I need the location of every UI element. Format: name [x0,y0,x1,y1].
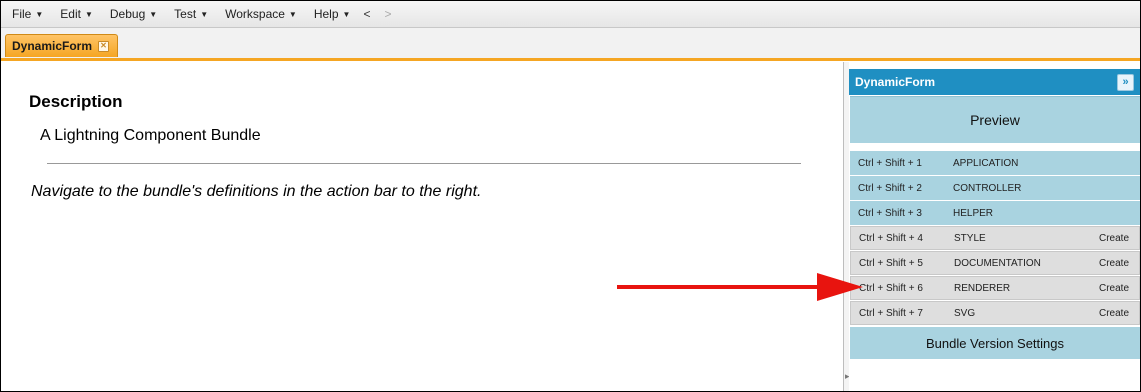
caret-down-icon: ▼ [35,9,44,19]
menu-workspace[interactable]: Workspace ▼ [214,7,303,21]
menu-file[interactable]: File ▼ [1,7,49,21]
panel-header: DynamicForm » [849,69,1140,95]
shortcut-text: Ctrl + Shift + 5 [859,257,923,269]
page-title: Description [29,92,123,111]
bundle-type-text: A Lightning Component Bundle [40,127,261,144]
menu-edit[interactable]: Edit ▼ [49,7,99,21]
menu-debug[interactable]: Debug ▼ [99,7,163,21]
menu-edit-label: Edit [60,7,81,21]
app-window: File ▼ Edit ▼ Debug ▼ Test ▼ Workspace ▼ Help… [0,0,1141,392]
caret-down-icon: ▼ [149,9,158,19]
red-arrow-annotation-icon [617,273,863,301]
forward-button[interactable]: > [377,7,398,21]
definition-row-svg[interactable]: Ctrl + Shift + 7 SVG Create [850,301,1140,325]
close-icon[interactable]: ✕ [98,40,110,52]
bundle-version-settings-button[interactable]: Bundle Version Settings [850,327,1140,359]
definition-row-documentation[interactable]: Ctrl + Shift + 5 DOCUMENTATION Create [850,251,1140,275]
shortcut-text: Ctrl + Shift + 6 [859,282,923,294]
definition-label: RENDERER [954,282,1011,294]
collapse-panel-icon[interactable]: » [1117,74,1134,91]
definition-label: SVG [954,307,976,319]
definition-list: Ctrl + Shift + 1 APPLICATION Ctrl + Shif… [850,151,1140,326]
menu-help[interactable]: Help ▼ [303,7,357,21]
caret-down-icon: ▼ [342,9,351,19]
menu-help-label: Help [313,7,339,21]
caret-down-icon: ▼ [200,9,209,19]
description-pane: Description A Lightning Component Bundle… [1,62,846,391]
menu-test[interactable]: Test ▼ [163,7,214,21]
menu-file-label: File [12,7,32,21]
menu-debug-label: Debug [109,7,146,21]
definition-label: DOCUMENTATION [954,257,1041,269]
hint-text: Navigate to the bundle's definitions in … [31,183,482,200]
shortcut-text: Ctrl + Shift + 2 [858,182,922,194]
definition-row-style[interactable]: Ctrl + Shift + 4 STYLE Create [850,226,1140,250]
shortcut-text: Ctrl + Shift + 4 [859,232,923,244]
definition-label: CONTROLLER [953,182,1022,194]
panel-title: DynamicForm [855,75,936,89]
create-link[interactable]: Create [1099,283,1139,294]
definition-row-helper[interactable]: Ctrl + Shift + 3 HELPER [850,201,1140,225]
definition-label: STYLE [954,232,986,244]
definition-row-controller[interactable]: Ctrl + Shift + 2 CONTROLLER [850,176,1140,200]
definition-row-renderer[interactable]: Ctrl + Shift + 6 RENDERER Create [850,276,1140,300]
caret-down-icon: ▼ [288,9,297,19]
back-button[interactable]: < [356,7,377,21]
shortcut-text: Ctrl + Shift + 1 [858,157,922,169]
create-link[interactable]: Create [1099,258,1139,269]
menu-test-label: Test [174,7,197,21]
caret-down-icon: ▼ [84,9,93,19]
shortcut-text: Ctrl + Shift + 7 [859,307,923,319]
definition-label: HELPER [953,207,994,219]
tab-dynamicform[interactable]: DynamicForm ✕ [5,34,119,57]
tab-label: DynamicForm [12,39,93,53]
bundle-panel: DynamicForm » Preview Ctrl + Shift + 1 A… [849,62,1140,391]
create-link[interactable]: Create [1099,233,1139,244]
preview-button[interactable]: Preview [850,96,1140,143]
create-link[interactable]: Create [1099,308,1139,319]
definition-label: APPLICATION [953,157,1019,169]
tab-bar: DynamicForm ✕ [1,28,1140,61]
menu-workspace-label: Workspace [225,7,285,21]
definition-row-application[interactable]: Ctrl + Shift + 1 APPLICATION [850,151,1140,175]
divider [47,163,801,164]
shortcut-text: Ctrl + Shift + 3 [858,207,922,219]
menu-bar: File ▼ Edit ▼ Debug ▼ Test ▼ Workspace ▼ Help… [1,1,1140,28]
